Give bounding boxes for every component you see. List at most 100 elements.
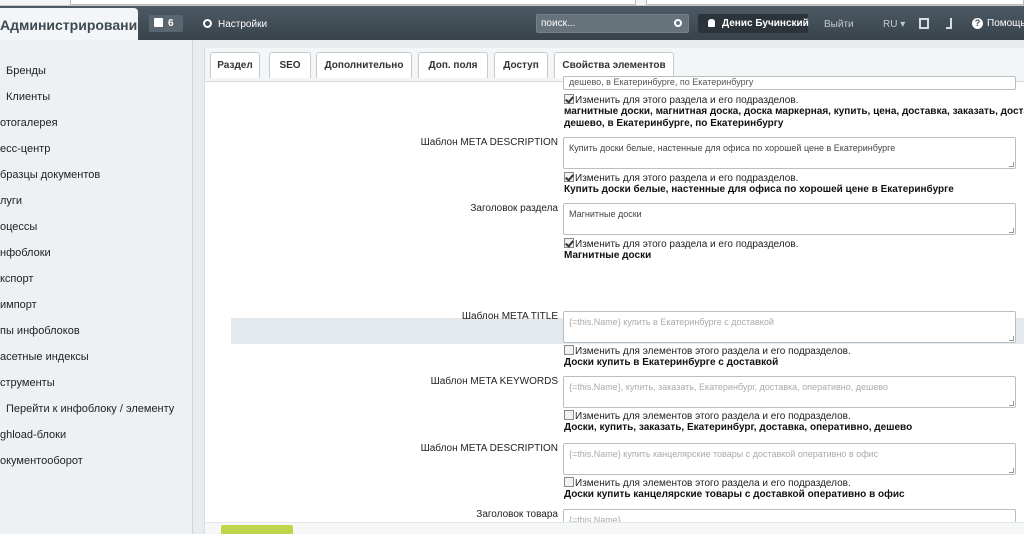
meta-description-value: Купить доски белые, настенные для офиса …	[569, 143, 896, 153]
keywords-result-line1: магнитные доски, магнитная доска, доска …	[564, 106, 1024, 117]
meta-description-label: Шаблон META DESCRIPTION	[420, 137, 558, 148]
element-meta-keywords-value: {=this.Name}, купить, заказать, Екатерин…	[569, 382, 888, 392]
resize-handle-icon[interactable]	[1009, 336, 1014, 341]
sidebar: Бренды Клиенты отогалерея есс-центр браз…	[0, 40, 193, 534]
form-bottom-bar	[205, 522, 1024, 534]
section-title-value: Магнитные доски	[569, 209, 642, 219]
element-meta-description-label: Шаблон META DESCRIPTION	[420, 443, 558, 454]
help-icon: ?	[972, 18, 983, 29]
settings-button[interactable]: Настройки	[203, 19, 267, 30]
gear-icon	[203, 19, 212, 28]
save-button[interactable]	[221, 525, 293, 534]
search-icon[interactable]	[674, 19, 682, 27]
checkbox-unchecked-icon	[564, 410, 574, 420]
checkbox-label: Изменить для элементов этого раздела и е…	[575, 411, 851, 422]
sidebar-item-document-flow[interactable]: окументооборот	[0, 448, 192, 474]
element-meta-title-value: {=this.Name} купить в Екатеринбурге с до…	[569, 317, 774, 327]
checkbox-label: Изменить для элементов этого раздела и е…	[575, 346, 851, 357]
notifications-count: 6	[168, 18, 174, 29]
element-meta-title-label: Шаблон META TITLE	[461, 311, 558, 322]
sidebar-item-import[interactable]: импорт	[0, 292, 192, 318]
element-meta-description-value: {=this.Name} купить канцелярские товары …	[569, 449, 879, 459]
section-title-label: Заголовок раздела	[470, 203, 558, 214]
element-meta-keywords-textarea[interactable]: {=this.Name}, купить, заказать, Екатерин…	[563, 376, 1016, 408]
resize-handle-icon[interactable]	[1009, 162, 1014, 167]
element-meta-keywords-label: Шаблон META KEYWORDS	[430, 376, 558, 387]
sidebar-item-processes[interactable]: оцессы	[0, 214, 192, 240]
tab-element-properties[interactable]: Свойства элементов	[554, 52, 674, 78]
sidebar-item-facet-indexes[interactable]: асетные индексы	[0, 344, 192, 370]
user-button[interactable]: Денис Бучинский	[698, 14, 809, 33]
element-meta-keywords-result: Доски, купить, заказать, Екатеринбург, д…	[564, 422, 913, 433]
keywords-override-checkbox[interactable]: Изменить для этого раздела и его подразд…	[564, 94, 798, 106]
browser-search-field[interactable]	[646, 0, 1024, 5]
message-icon	[154, 18, 163, 27]
element-meta-description-result: Доски купить канцелярские товары с доста…	[564, 489, 905, 500]
tab-extra-fields[interactable]: Доп. поля	[418, 52, 488, 78]
sidebar-item-highload-blocks[interactable]: ghload-блоки	[0, 422, 192, 448]
sidebar-item-tools[interactable]: струменты	[0, 370, 192, 396]
product-title-label: Заголовок товара	[476, 509, 558, 520]
tab-additional[interactable]: Дополнительно	[316, 52, 412, 78]
meta-description-textarea[interactable]: Купить доски белые, настенные для офиса …	[563, 137, 1016, 169]
element-description-override-checkbox[interactable]: Изменить для элементов этого раздела и е…	[564, 477, 851, 489]
element-title-override-checkbox[interactable]: Изменить для элементов этого раздела и е…	[564, 345, 851, 357]
element-keywords-override-checkbox[interactable]: Изменить для элементов этого раздела и е…	[564, 410, 851, 422]
checkbox-checked-icon	[564, 172, 574, 182]
resize-handle-icon[interactable]	[1009, 401, 1014, 406]
sidebar-item-photogallery[interactable]: отогалерея	[0, 110, 192, 136]
checkbox-checked-icon	[564, 238, 574, 248]
tab-section[interactable]: Раздел	[210, 52, 260, 78]
help-button[interactable]: ? Помощь	[972, 18, 1024, 29]
sidebar-item-services[interactable]: луги	[0, 188, 192, 214]
sidebar-item-press-center[interactable]: есс-центр	[0, 136, 192, 162]
language-selector[interactable]: RU ▾	[883, 19, 905, 30]
language-label: RU	[883, 19, 898, 30]
sidebar-item-brands[interactable]: Бренды	[0, 58, 192, 84]
section-title-textarea[interactable]: Магнитные доски	[563, 203, 1016, 235]
sidebar-item-export[interactable]: кспорт	[0, 266, 192, 292]
section-title-override-checkbox[interactable]: Изменить для этого раздела и его подразд…	[564, 238, 798, 250]
meta-description-result: Купить доски белые, настенные для офиса …	[564, 184, 954, 195]
notifications-button[interactable]: 6	[149, 15, 183, 32]
resize-handle-icon[interactable]	[1009, 228, 1014, 233]
sidebar-item-infoblock-types[interactable]: пы инфоблоков	[0, 318, 192, 344]
admin-top-bar: Администрирование 6 Настройки Денис Бучи…	[0, 6, 1024, 40]
tab-seo[interactable]: SEO	[269, 52, 311, 78]
description-override-checkbox[interactable]: Изменить для этого раздела и его подразд…	[564, 172, 798, 184]
checkbox-label: Изменить для этого раздела и его подразд…	[575, 95, 799, 106]
panel-icon[interactable]	[919, 18, 929, 29]
logout-link[interactable]: Выйти	[824, 19, 854, 30]
checkbox-checked-icon	[564, 94, 574, 104]
tab-access[interactable]: Доступ	[494, 52, 548, 78]
meta-keywords-textarea[interactable]: дешево, в Екатеринбурге, по Екатеринбург…	[563, 76, 1016, 90]
settings-label: Настройки	[218, 19, 268, 30]
resize-handle-icon[interactable]	[1009, 468, 1014, 473]
element-meta-title-textarea[interactable]: {=this.Name} купить в Екатеринбурге с до…	[563, 311, 1016, 343]
sidebar-item-document-samples[interactable]: бразцы документов	[0, 162, 192, 188]
sidebar-item-clients[interactable]: Клиенты	[0, 84, 192, 110]
user-name: Денис Бучинский	[722, 18, 809, 29]
chevron-down-icon: ▾	[900, 19, 906, 30]
pin-icon[interactable]	[946, 18, 952, 29]
checkbox-unchecked-icon	[564, 477, 574, 487]
sidebar-item-infoblocks[interactable]: нфоблоки	[0, 240, 192, 266]
sidebar-item-go-to-element[interactable]: Перейти к инфоблоку / элементу	[0, 396, 192, 422]
checkbox-unchecked-icon	[564, 345, 574, 355]
user-icon	[708, 19, 715, 27]
search-box	[536, 14, 689, 33]
admin-brand[interactable]: Администрирование	[0, 8, 138, 40]
element-meta-description-textarea[interactable]: {=this.Name} купить канцелярские товары …	[563, 443, 1016, 475]
help-label: Помощь	[987, 18, 1024, 29]
section-title-result: Магнитные доски	[564, 250, 652, 261]
main-panel: Раздел SEO Дополнительно Доп. поля Досту…	[204, 48, 1024, 534]
search-input[interactable]	[537, 15, 667, 32]
seo-form: дешево, в Екатеринбурге, по Екатеринбург…	[205, 76, 1024, 534]
checkbox-label: Изменить для этого раздела и его подразд…	[575, 173, 799, 184]
address-field[interactable]	[70, 0, 636, 5]
checkbox-label: Изменить для элементов этого раздела и е…	[575, 478, 851, 489]
keywords-result-line2: дешево, в Екатеринбурге, по Екатеринбург…	[564, 118, 784, 129]
element-meta-title-result: Доски купить в Екатеринбурге с доставкой	[564, 357, 779, 368]
checkbox-label: Изменить для этого раздела и его подразд…	[575, 239, 799, 250]
meta-keywords-value: дешево, в Екатеринбурге, по Екатеринбург…	[569, 77, 754, 87]
